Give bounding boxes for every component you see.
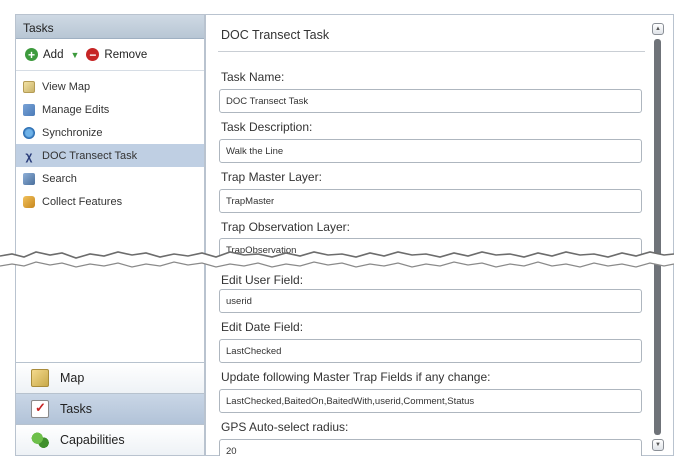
task-description-label: Task Description: — [221, 120, 313, 134]
trap-observation-layer-label: Trap Observation Layer: — [221, 220, 350, 234]
trap-master-layer-field[interactable]: TrapMaster — [219, 189, 642, 213]
task-description-field[interactable]: Walk the Line — [219, 139, 642, 163]
capabilities-icon — [31, 431, 49, 449]
scroll-up-icon[interactable]: ▲ — [652, 23, 664, 35]
update-master-trap-fields-label: Update following Master Trap Fields if a… — [221, 370, 491, 384]
nav-map-button[interactable]: Map — [16, 362, 204, 393]
tasks-panel-header: Tasks — [16, 15, 204, 39]
edit-date-field-label: Edit Date Field: — [221, 320, 304, 334]
nav-capabilities-button[interactable]: Capabilities — [16, 424, 204, 455]
scroll-thumb[interactable] — [654, 39, 661, 435]
edit-user-field-label: Edit User Field: — [221, 273, 304, 287]
gps-radius-input[interactable]: 20 — [219, 439, 642, 456]
edit-date-field-input[interactable]: LastChecked — [219, 339, 642, 363]
nav-label: Capabilities — [60, 433, 125, 447]
page-title: DOC Transect Task — [221, 28, 330, 42]
nav-label: Tasks — [60, 402, 92, 416]
trap-master-layer-label: Trap Master Layer: — [221, 170, 322, 184]
collect-icon — [23, 195, 35, 208]
torn-edge-divider — [0, 251, 674, 268]
dropdown-arrow-icon[interactable]: ▼ — [70, 50, 79, 60]
tasks-toolbar: + Add ▼ − Remove — [16, 39, 204, 71]
gps-radius-label: GPS Auto-select radius: — [221, 420, 349, 434]
vertical-scrollbar[interactable]: ▲ ▼ — [651, 23, 665, 451]
add-button[interactable]: + Add ▼ — [25, 48, 79, 61]
task-item-label: DOC Transect Task — [42, 149, 138, 162]
edit-icon — [23, 103, 35, 116]
nav-tasks-button[interactable]: Tasks — [16, 393, 204, 424]
task-item-label: Collect Features — [42, 195, 123, 208]
task-name-label: Task Name: — [221, 70, 285, 84]
task-item-search[interactable]: Search — [16, 167, 204, 190]
task-item-label: View Map — [42, 80, 91, 93]
task-list: View Map Manage Edits Synchronize χ DOC … — [16, 71, 204, 213]
edit-user-field-input[interactable]: userid — [219, 289, 642, 313]
remove-button[interactable]: − Remove — [86, 48, 147, 61]
task-item-doc-transect[interactable]: χ DOC Transect Task — [16, 144, 204, 167]
search-icon — [23, 172, 35, 185]
task-item-label: Manage Edits — [42, 103, 110, 116]
nav-label: Map — [60, 371, 85, 385]
task-item-manage-edits[interactable]: Manage Edits — [16, 98, 204, 121]
nav-buttons: Map Tasks Capabilities — [16, 362, 204, 455]
divider — [218, 51, 645, 52]
map-icon — [31, 369, 49, 387]
task-item-label: Synchronize — [42, 126, 103, 139]
task-name-field[interactable]: DOC Transect Task — [219, 89, 642, 113]
task-item-collect-features[interactable]: Collect Features — [16, 190, 204, 213]
add-label: Add — [43, 48, 64, 61]
map-icon — [23, 80, 35, 93]
task-item-label: Search — [42, 172, 77, 185]
task-item-synchronize[interactable]: Synchronize — [16, 121, 204, 144]
task-item-view-map[interactable]: View Map — [16, 75, 204, 98]
tasks-panel: Tasks + Add ▼ − Remove View Map Manage E… — [15, 14, 205, 456]
scroll-down-icon[interactable]: ▼ — [652, 439, 664, 451]
plus-icon: + — [25, 48, 38, 61]
remove-label: Remove — [104, 48, 148, 61]
sync-icon — [23, 126, 35, 139]
update-master-trap-fields-input[interactable]: LastChecked,BaitedOn,BaitedWith,userid,C… — [219, 389, 642, 413]
tasks-icon — [31, 400, 49, 418]
remove-icon: − — [86, 48, 100, 61]
transect-icon: χ — [25, 148, 33, 163]
task-properties-panel: DOC Transect Task Task Name: DOC Transec… — [205, 14, 674, 456]
